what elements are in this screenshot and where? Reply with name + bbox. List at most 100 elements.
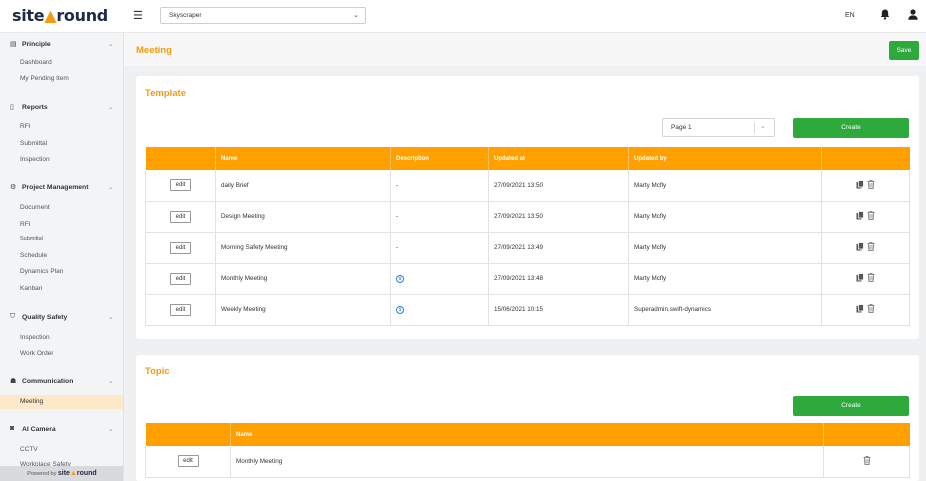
col-header-actions: [823, 423, 910, 446]
chevron-down-icon: ⌄: [353, 12, 359, 19]
table-row: edit Monthly Meeting i 27/09/2021 13:48 …: [145, 263, 910, 295]
project-select[interactable]: Skyscraper ⌄: [160, 7, 366, 24]
chevron-down-icon: ⌄: [760, 123, 766, 130]
sidebar-section-principle[interactable]: ▤ Principle ⌄: [0, 38, 123, 52]
user-profile-icon[interactable]: [908, 9, 918, 22]
row-updated-at: 15/06/2021 10:15: [488, 294, 629, 326]
top-bar: site▲round ☰ Skyscraper ⌄ EN: [0, 0, 926, 33]
sidebar-item-submittal[interactable]: Submittal: [0, 137, 123, 151]
users-icon: ☗: [10, 378, 17, 385]
page-select[interactable]: Page 1 ⌄: [662, 118, 775, 137]
table-row: edit Weekly Meeting i 15/06/2021 10:15 S…: [145, 294, 910, 326]
row-name: Design Meeting: [215, 201, 391, 233]
info-icon[interactable]: i: [396, 274, 404, 283]
sidebar-section-reports[interactable]: ▯ Reports ⌄: [0, 101, 123, 115]
sidebar-item-inspection[interactable]: Inspection: [0, 153, 123, 167]
chevron-down-icon: ⌄: [108, 184, 114, 191]
sidebar-item-pm-rfi[interactable]: RFI: [0, 218, 123, 232]
hamburger-menu-icon[interactable]: ☰: [133, 9, 143, 22]
page-header: [124, 33, 926, 66]
table-row: edit Monthly Meeting: [145, 446, 910, 478]
edit-button[interactable]: edit: [170, 272, 191, 285]
sidebar-section-ai-camera[interactable]: ◙ AI Camera ⌄: [0, 423, 123, 437]
trash-icon[interactable]: [867, 211, 875, 222]
trash-icon[interactable]: [867, 180, 875, 191]
table-row: edit daily Brief - 27/09/2021 13:50 Mart…: [145, 170, 910, 202]
chevron-down-icon: ⌄: [108, 41, 114, 48]
page-title: Meeting: [136, 45, 172, 56]
create-template-button[interactable]: Create: [793, 118, 909, 138]
edit-button[interactable]: edit: [170, 179, 191, 192]
row-updated-at: 27/09/2021 13:50: [488, 170, 629, 202]
sidebar-item-dynamics-plan[interactable]: Dynamics Plan: [0, 265, 123, 279]
sidebar-item-pm-submittal[interactable]: Submittal: [0, 233, 123, 247]
copy-icon[interactable]: [856, 273, 864, 284]
edit-button[interactable]: edit: [170, 241, 191, 254]
chevron-down-icon: ⌄: [108, 104, 114, 111]
shield-icon: ⛉: [10, 313, 16, 320]
col-header-actions: [821, 147, 910, 170]
trash-icon[interactable]: [867, 273, 875, 284]
sidebar-section-project-management[interactable]: ⚙ Project Management ⌄: [0, 181, 123, 195]
row-updated-at: 27/09/2021 13:50: [488, 201, 629, 233]
copy-icon[interactable]: [856, 211, 864, 222]
row-description: -: [390, 201, 489, 233]
chevron-down-icon: ⌄: [108, 378, 114, 385]
notification-bell-icon[interactable]: [880, 9, 890, 22]
topic-table-header: Name: [145, 423, 910, 446]
template-card: Template Page 1 ⌄ Create Name Descriptio…: [136, 76, 919, 339]
edit-button[interactable]: edit: [170, 210, 191, 223]
edit-button[interactable]: edit: [177, 455, 199, 468]
col-header-updated-at[interactable]: Updated at: [488, 147, 629, 170]
row-name: Monthly Meeting: [230, 446, 824, 478]
sidebar-item-qs-inspection[interactable]: Inspection: [0, 331, 123, 345]
table-row: edit Design Meeting - 27/09/2021 13:50 M…: [145, 201, 910, 233]
chevron-down-icon: ⌄: [108, 314, 114, 321]
sidebar-item-kanban[interactable]: Kanban: [0, 282, 123, 296]
row-description: -: [390, 170, 489, 202]
clipboard-icon: ▯: [10, 104, 14, 111]
language-switch[interactable]: EN: [845, 12, 855, 19]
template-table: Name Description Updated at Updated by e…: [145, 147, 910, 326]
col-header-edit: [145, 147, 216, 170]
page-select-value: Page 1: [671, 124, 692, 131]
row-updated-at: 27/09/2021 13:48: [488, 263, 629, 295]
copy-icon[interactable]: [856, 304, 864, 315]
col-header-updated-by[interactable]: Updated by: [628, 147, 822, 170]
col-header-name[interactable]: Name: [230, 423, 824, 446]
col-header-description[interactable]: Description: [390, 147, 489, 170]
sidebar-section-communication[interactable]: ☗ Communication ⌄: [0, 375, 123, 389]
template-table-header: Name Description Updated at Updated by: [145, 147, 910, 170]
sidebar-item-my-pending-item[interactable]: My Pending Item: [0, 72, 123, 86]
edit-button[interactable]: edit: [170, 303, 191, 316]
row-name: daily Brief: [215, 170, 391, 202]
sidebar-item-cctv[interactable]: CCTV: [0, 443, 123, 457]
copy-icon[interactable]: [856, 242, 864, 253]
sidebar-item-work-order[interactable]: Work Order: [0, 347, 123, 361]
site-round-logo[interactable]: site▲round: [12, 6, 108, 25]
col-header-name[interactable]: Name: [215, 147, 391, 170]
copy-icon[interactable]: [856, 179, 864, 191]
trash-icon[interactable]: [867, 304, 875, 315]
create-topic-button[interactable]: Create: [793, 396, 909, 416]
sidebar-item-schedule[interactable]: Schedule: [0, 249, 123, 263]
topic-title: Topic: [145, 366, 170, 377]
sidebar-item-document[interactable]: Document: [0, 201, 123, 215]
powered-by-footer: Powered by site▲round: [0, 466, 123, 481]
save-button[interactable]: Save: [889, 41, 919, 60]
trash-icon[interactable]: [863, 456, 871, 467]
row-name: Morning Safety Meeting: [215, 232, 391, 264]
sidebar-item-meeting[interactable]: Meeting: [0, 395, 123, 409]
project-select-value: Skyscraper: [169, 12, 202, 19]
info-icon[interactable]: i: [396, 305, 404, 314]
list-icon: ▤: [10, 41, 17, 48]
logo-arrow-icon: ▲: [44, 6, 57, 25]
topic-table: Name edit Monthly Meeting: [145, 423, 910, 478]
sidebar-item-rfi[interactable]: RFI: [0, 120, 123, 134]
col-header-edit: [145, 423, 231, 446]
row-updated-by: Marty Mcfly: [628, 232, 822, 264]
row-updated-by: Superadmin.swift-dynamics: [628, 294, 822, 326]
sidebar-section-quality-safety[interactable]: ⛉ Quality Safety ⌄: [0, 311, 123, 325]
trash-icon[interactable]: [867, 242, 875, 253]
sidebar-item-dashboard[interactable]: Dashboard: [0, 56, 123, 70]
